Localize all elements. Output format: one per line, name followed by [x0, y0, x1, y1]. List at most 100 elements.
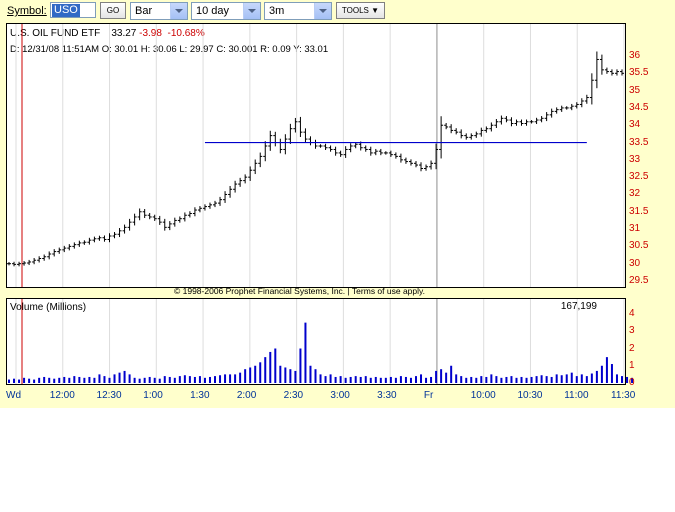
volume-bar: [354, 376, 357, 383]
volume-bar: [580, 374, 583, 383]
time-tick-label: 11:30: [611, 390, 636, 401]
volume-bar: [334, 376, 337, 383]
volume-bar: [13, 378, 16, 383]
volume-bar: [138, 378, 141, 383]
volume-bar: [264, 357, 267, 383]
volume-bar: [8, 379, 10, 383]
volume-bar: [63, 376, 66, 383]
volume-bar: [208, 376, 211, 383]
time-tick-label: 2:30: [283, 390, 304, 401]
time-tick-label: 1:00: [143, 390, 163, 401]
price-tick-label: 35: [629, 84, 641, 96]
volume-bar: [384, 377, 387, 383]
volume-bar: [28, 378, 31, 383]
volume-bar: [294, 370, 297, 383]
time-tick-label: 12:00: [49, 390, 75, 401]
volume-bar: [23, 377, 26, 383]
volume-bar: [450, 365, 453, 383]
volume-bar: [389, 376, 392, 383]
volume-bar: [555, 374, 558, 383]
volume-bar: [495, 376, 498, 383]
volume-bar: [224, 374, 227, 383]
volume-tick-label: 2: [629, 342, 635, 354]
volume-bar: [585, 376, 588, 383]
volume-bar: [550, 376, 553, 383]
volume-bar: [173, 377, 176, 383]
volume-bar: [259, 362, 262, 383]
volume-bar: [289, 369, 292, 383]
volume-bar: [43, 376, 46, 383]
volume-bar: [626, 376, 629, 383]
time-tick-label: 10:00: [470, 390, 496, 401]
volume-bar: [309, 365, 312, 383]
copyright-notice[interactable]: © 1998-2006 Prophet Financial Systems, I…: [174, 286, 425, 296]
volume-bar: [445, 372, 448, 383]
volume-bar: [475, 377, 478, 383]
volume-bar: [274, 348, 277, 383]
volume-bar: [420, 374, 423, 383]
price-tick-label: 30.5: [629, 240, 649, 252]
volume-bar: [545, 376, 548, 383]
volume-bar: [188, 376, 191, 383]
volume-bar: [414, 376, 417, 383]
volume-bar: [394, 377, 397, 383]
volume-bar: [465, 377, 468, 383]
price-tick-label: 33: [629, 153, 641, 165]
price-tick-label: 36: [629, 50, 641, 61]
volume-title: Volume (Millions): [10, 302, 87, 313]
price-tick-label: 31: [629, 223, 641, 235]
volume-tick-label: 1: [629, 359, 635, 371]
volume-bar: [379, 377, 382, 383]
volume-bar: [560, 375, 563, 383]
price-tick-label: 32: [629, 188, 641, 200]
volume-bar: [304, 322, 307, 383]
chart-canvas[interactable]: [0, 0, 675, 408]
volume-bar: [530, 376, 533, 383]
volume-current-value: 167,199: [560, 301, 597, 312]
volume-bar: [404, 376, 407, 383]
volume-bar: [244, 369, 247, 383]
volume-bar: [68, 377, 71, 383]
volume-tick-label: 3: [629, 325, 635, 337]
volume-bar: [480, 376, 483, 383]
time-tick-label: 1:30: [190, 390, 210, 401]
volume-bar: [515, 377, 518, 383]
volume-bar: [329, 374, 332, 383]
volume-bar: [314, 369, 317, 383]
volume-bar: [425, 377, 428, 383]
volume-bar: [83, 377, 86, 383]
volume-bar: [193, 376, 196, 383]
volume-bar: [344, 377, 347, 383]
volume-bar: [163, 376, 166, 383]
time-tick-label: Fr: [423, 390, 434, 401]
volume-bar: [399, 376, 402, 383]
volume-bar: [103, 376, 106, 383]
time-tick-label: 12:30: [96, 390, 122, 401]
price-tick-label: 29.5: [629, 275, 649, 286]
volume-bar: [269, 351, 272, 383]
volume-bar: [73, 376, 76, 383]
volume-bar: [219, 375, 222, 383]
volume-bar: [409, 377, 412, 383]
price-tick-label: 32.5: [629, 171, 649, 183]
volume-bar: [621, 376, 623, 383]
volume-bar: [178, 376, 181, 383]
volume-bar: [279, 365, 282, 383]
volume-bar: [535, 376, 538, 383]
time-tick-label: Wd: [6, 390, 21, 401]
volume-bar: [98, 374, 101, 383]
volume-bar: [48, 377, 51, 383]
volume-bar: [93, 377, 96, 383]
volume-bar: [168, 376, 171, 383]
volume-bar: [600, 365, 603, 383]
volume-bar: [500, 377, 503, 383]
volume-bar: [78, 376, 81, 383]
time-tick-label: 3:30: [377, 390, 397, 401]
time-tick-label: 10:30: [517, 390, 543, 401]
volume-bar: [118, 372, 121, 383]
volume-bar: [430, 376, 433, 383]
volume-bar: [38, 377, 41, 383]
volume-bar: [610, 364, 613, 383]
volume-bar: [349, 376, 352, 383]
price-tick-label: 33.5: [629, 136, 649, 148]
